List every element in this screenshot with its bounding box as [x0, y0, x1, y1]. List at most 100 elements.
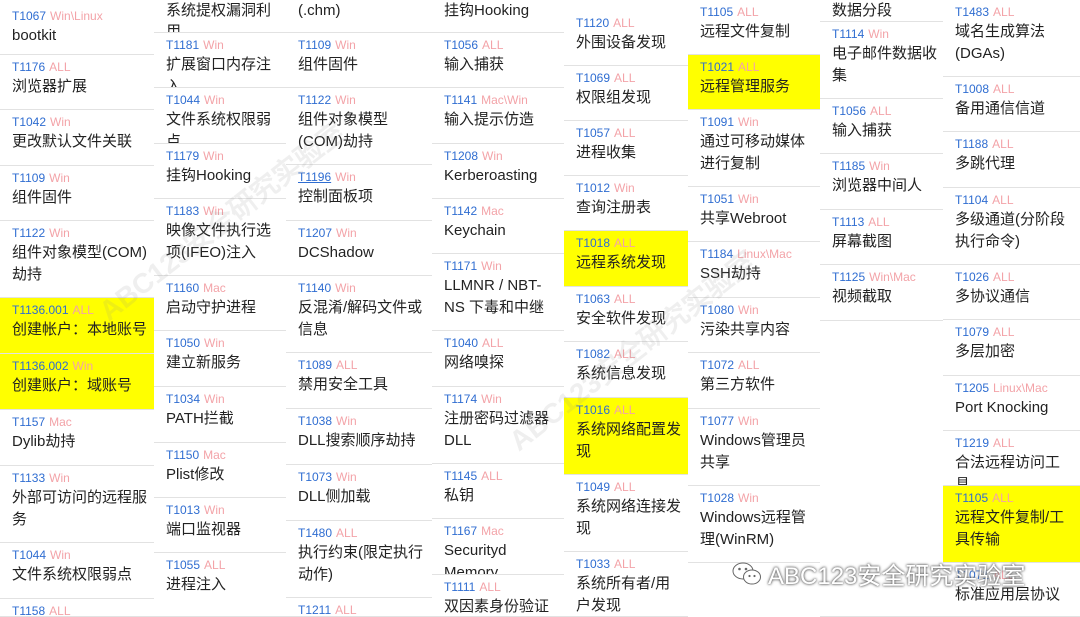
technique-cell[interactable]: T1157 Mac Dylib劫持 [0, 410, 154, 466]
technique-id[interactable]: T1483 [955, 5, 989, 19]
technique-cell[interactable]: T1026 ALL 多协议通信 [943, 265, 1080, 320]
technique-id[interactable]: T1480 [298, 526, 332, 540]
technique-id[interactable]: T1136.002 [12, 359, 69, 373]
technique-id[interactable]: T1063 [576, 292, 610, 306]
technique-cell[interactable]: T1205 Linux\Mac Port Knocking [943, 376, 1080, 431]
technique-id[interactable]: T1056 [444, 38, 478, 52]
technique-id[interactable]: T1183 [166, 204, 199, 218]
technique-id[interactable]: T1120 [576, 16, 609, 30]
technique-id[interactable]: T1125 [832, 270, 865, 284]
technique-id[interactable]: T1113 [832, 215, 864, 229]
technique-id[interactable]: T1056 [832, 104, 866, 118]
technique-id[interactable]: T1176 [12, 60, 45, 74]
technique-id[interactable]: T1122 [12, 226, 45, 240]
technique-id[interactable]: T1208 [444, 149, 478, 163]
technique-id[interactable]: T1073 [298, 470, 332, 484]
technique-cell[interactable]: T1044 Win 文件系统权限弱点 [154, 88, 286, 144]
technique-id[interactable]: T1219 [955, 436, 989, 450]
technique-cell[interactable]: T1063 ALL 安全软件发现 [564, 287, 688, 342]
technique-cell[interactable]: T1040 ALL 网络嗅探 [432, 331, 564, 387]
technique-cell[interactable]: T1219 ALL 合法远程访问工具 [943, 431, 1080, 486]
technique-cell-highlighted[interactable]: T1016 ALL 系统网络配置发现 [564, 398, 688, 475]
technique-cell[interactable]: T1184 Linux\Mac SSH劫持 [688, 242, 820, 298]
technique-cell[interactable]: T1008 ALL 备用通信信道 [943, 77, 1080, 132]
technique-id[interactable]: T1040 [444, 336, 478, 350]
technique-id[interactable]: T1033 [576, 557, 610, 571]
technique-cell[interactable]: T1056 ALL 输入捕获 [820, 99, 943, 154]
technique-id[interactable]: T1181 [166, 38, 199, 52]
technique-cell[interactable]: T1122 Win 组件对象模型(COM)劫持 [0, 221, 154, 298]
technique-id[interactable]: T1079 [955, 325, 989, 339]
technique-cell-highlighted[interactable]: T1136.002 Win 创建账户：域账号 [0, 354, 154, 410]
technique-cell[interactable]: T1196 Win 控制面板项 [286, 165, 432, 221]
technique-id[interactable]: T1185 [832, 159, 865, 173]
technique-id[interactable]: T1105 [700, 5, 733, 19]
technique-id[interactable]: T1174 [444, 392, 477, 406]
technique-cell[interactable]: T1069 ALL 权限组发现 [564, 66, 688, 121]
technique-id[interactable]: T1016 [576, 403, 610, 417]
technique-id[interactable]: T1018 [576, 236, 610, 250]
technique-id[interactable]: T1057 [576, 126, 610, 140]
technique-cell[interactable]: T1176 ALL 浏览器扩展 [0, 55, 154, 110]
technique-id[interactable]: T1044 [12, 548, 46, 562]
technique-id[interactable]: T1012 [576, 181, 610, 195]
technique-id[interactable]: T1160 [166, 281, 199, 295]
technique-cell[interactable]: T1111 ALL 双因素身份验证拦截 [432, 575, 564, 617]
technique-id[interactable]: T1013 [166, 503, 200, 517]
technique-cell[interactable]: T1158 ALL [0, 599, 154, 617]
technique-cell[interactable]: 系统提权漏洞利用 [154, 0, 286, 33]
technique-id[interactable]: T1008 [955, 82, 989, 96]
technique-id[interactable]: T1055 [166, 558, 200, 572]
technique-cell[interactable]: T1120 ALL 外围设备发现 [564, 11, 688, 66]
technique-id[interactable]: T1026 [955, 270, 989, 284]
technique-cell[interactable]: T1049 ALL 系统网络连接发现 [564, 475, 688, 552]
technique-id[interactable]: T1196 [298, 170, 331, 184]
technique-cell[interactable]: T1109 Win 组件固件 [286, 33, 432, 88]
technique-id[interactable]: T1141 [444, 93, 477, 107]
technique-cell[interactable]: T1050 Win 建立新服务 [154, 331, 286, 387]
technique-id[interactable]: T1044 [166, 93, 200, 107]
technique-cell[interactable]: T1167 Mac Securityd Memory [432, 519, 564, 575]
technique-cell[interactable]: T1122 Win 组件对象模型(COM)劫持 [286, 88, 432, 165]
technique-id[interactable]: T1072 [700, 358, 734, 372]
technique-id[interactable]: T1207 [298, 226, 332, 240]
technique-id[interactable]: T1140 [298, 281, 331, 295]
technique-id[interactable]: T1067 [12, 9, 46, 23]
technique-cell[interactable]: T1150 Mac Plist修改 [154, 443, 286, 498]
technique-cell[interactable]: T1207 Win DCShadow [286, 221, 432, 276]
technique-id[interactable]: T1122 [298, 93, 331, 107]
technique-id[interactable]: T1171 [444, 259, 477, 273]
technique-id[interactable]: T1114 [832, 27, 864, 41]
technique-cell-highlighted[interactable]: T1105 ALL 远程文件复制/工具传输 [943, 486, 1080, 563]
technique-cell[interactable]: T1082 ALL 系统信息发现 [564, 342, 688, 398]
technique-cell[interactable]: T1171 Win LLMNR / NBT-NS 下毒和中继 [432, 254, 564, 331]
technique-cell[interactable]: T1034 Win PATH拦截 [154, 387, 286, 443]
technique-cell[interactable]: T1140 Win 反混淆/解码文件或信息 [286, 276, 432, 353]
technique-id[interactable]: T1167 [444, 524, 477, 538]
technique-cell[interactable]: T1072 ALL 第三方软件 [688, 353, 820, 409]
technique-cell[interactable] [820, 321, 943, 617]
technique-id[interactable]: T1091 [700, 115, 734, 129]
technique-cell-highlighted[interactable]: T1136.001 ALL 创建帐户：本地账号 [0, 298, 154, 354]
technique-id[interactable]: T1158 [12, 604, 45, 616]
technique-id[interactable]: T1051 [700, 192, 734, 206]
technique-id[interactable]: T1082 [576, 347, 610, 361]
technique-cell[interactable]: T1113 ALL 屏幕截图 [820, 210, 943, 265]
technique-cell[interactable]: T1185 Win 浏览器中间人 [820, 154, 943, 210]
technique-id[interactable]: T1071 [955, 568, 989, 582]
technique-cell[interactable]: 挂钩Hooking [432, 0, 564, 33]
technique-cell[interactable]: T1208 Win Kerberoasting [432, 144, 564, 199]
technique-id[interactable]: T1069 [576, 71, 610, 85]
technique-id[interactable]: T1157 [12, 415, 45, 429]
technique-cell[interactable]: T1109 Win 组件固件 [0, 166, 154, 221]
technique-id[interactable]: T1089 [298, 358, 332, 372]
technique-id[interactable]: T1109 [12, 171, 45, 185]
technique-id[interactable]: T1111 [444, 580, 475, 594]
technique-id[interactable]: T1136.001 [12, 303, 69, 317]
technique-cell[interactable]: T1077 Win Windows管理员共享 [688, 409, 820, 486]
technique-cell[interactable]: T1055 ALL 进程注入 [154, 553, 286, 617]
technique-cell[interactable]: T1038 Win DLL搜索顺序劫持 [286, 409, 432, 465]
technique-id[interactable]: T1104 [955, 193, 988, 207]
technique-id[interactable]: T1150 [166, 448, 199, 462]
technique-cell[interactable]: T1183 Win 映像文件执行选项(IFEO)注入 [154, 199, 286, 276]
